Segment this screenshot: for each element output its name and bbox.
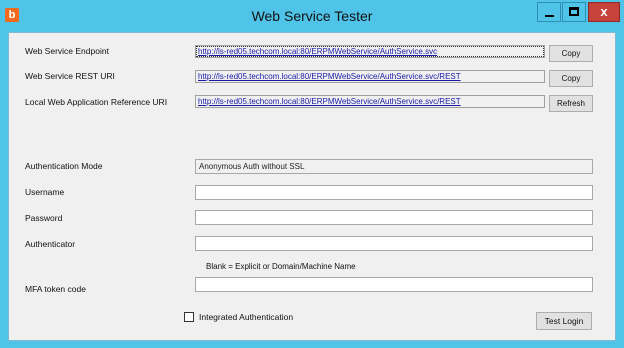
auth-mode-field: Anonymous Auth without SSL xyxy=(195,159,593,174)
password-label: Password xyxy=(25,213,63,223)
authenticator-label: Authenticator xyxy=(25,239,76,249)
local-ref-label: Local Web Application Reference URI xyxy=(25,97,168,107)
integrated-auth-label[interactable]: Integrated Authentication xyxy=(199,312,293,322)
title-bar[interactable]: b Web Service Tester x xyxy=(0,0,624,30)
username-input[interactable] xyxy=(195,185,593,200)
window-title: Web Service Tester xyxy=(251,8,373,24)
maximize-icon xyxy=(569,7,579,16)
username-label: Username xyxy=(25,187,65,197)
refresh-button[interactable]: Refresh xyxy=(549,95,593,112)
copy-rest-button[interactable]: Copy xyxy=(549,70,593,87)
endpoint-link[interactable]: http://ls-red05.techcom.local:80/ERPMWeb… xyxy=(195,45,545,58)
authenticator-input[interactable] xyxy=(195,236,593,251)
rest-uri-label: Web Service REST URI xyxy=(25,71,115,81)
app-window: b Web Service Tester x Web Service Endpo… xyxy=(0,0,624,348)
integrated-auth-checkbox[interactable] xyxy=(184,312,194,322)
password-input[interactable] xyxy=(195,210,593,225)
test-login-button[interactable]: Test Login xyxy=(536,312,592,330)
mfa-input[interactable] xyxy=(195,277,593,292)
mfa-label: MFA token code xyxy=(25,284,86,294)
local-ref-link[interactable]: http://ls-red05.techcom.local:80/ERPMWeb… xyxy=(195,95,545,108)
minimize-icon xyxy=(545,15,554,17)
endpoint-label: Web Service Endpoint xyxy=(25,46,109,56)
rest-uri-link[interactable]: http://ls-red05.techcom.local:80/ERPMWeb… xyxy=(195,70,545,83)
copy-endpoint-button[interactable]: Copy xyxy=(549,45,593,62)
minimize-button[interactable] xyxy=(537,2,561,22)
form-panel: Web Service Endpoint http://ls-red05.tec… xyxy=(8,32,616,341)
auth-mode-label: Authentication Mode xyxy=(25,161,103,171)
maximize-button[interactable] xyxy=(562,2,586,22)
close-button[interactable]: x xyxy=(588,2,620,22)
authenticator-hint: Blank = Explicit or Domain/Machine Name xyxy=(206,262,356,271)
close-icon: x xyxy=(600,4,608,19)
